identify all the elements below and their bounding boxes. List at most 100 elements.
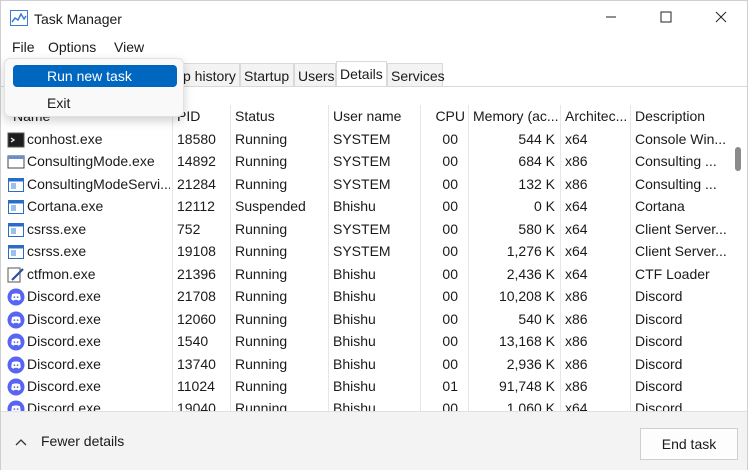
cell-pid: 21396 bbox=[177, 265, 216, 282]
cell-arch: x86 bbox=[565, 333, 588, 350]
table-row[interactable]: Discord.exe 11024 Running Bhishu 01 91,748 K x… bbox=[3, 376, 747, 399]
scrollbar-thumb[interactable] bbox=[735, 147, 741, 171]
table-row[interactable]: Discord.exe 1540 Running Bhishu 00 13,168 K x8… bbox=[3, 331, 747, 354]
cell-cpu: 00 bbox=[442, 310, 458, 327]
tab-startup[interactable]: Startup bbox=[240, 63, 294, 87]
cell-user: Bhishu bbox=[333, 198, 376, 215]
cell-cpu: 00 bbox=[442, 243, 458, 260]
cell-memory: 10,208 K bbox=[498, 288, 555, 305]
cell-memory: 2,436 K bbox=[506, 265, 555, 282]
cell-name: csrss.exe bbox=[27, 220, 87, 237]
pen-icon bbox=[7, 266, 25, 284]
column-header-user-name[interactable]: User name bbox=[333, 108, 418, 124]
column-header-architecture[interactable]: Architec... bbox=[565, 108, 629, 124]
cell-desc: Consulting ... bbox=[635, 175, 717, 192]
footer-bar: Fewer details End task bbox=[1, 411, 747, 470]
table-row[interactable]: Discord.exe 21708 Running Bhishu 00 10,208 K x… bbox=[3, 286, 747, 309]
tab-services[interactable]: Services bbox=[387, 63, 445, 87]
menu-file[interactable]: File bbox=[12, 39, 35, 55]
table-row[interactable]: Discord.exe 13740 Running Bhishu 00 2,936 K x8… bbox=[3, 354, 747, 377]
column-header-status[interactable]: Status bbox=[235, 108, 325, 124]
cell-desc: Discord bbox=[635, 400, 683, 411]
cell-status: Running bbox=[235, 310, 288, 327]
task-manager-app-icon bbox=[10, 10, 28, 26]
cell-status: Running bbox=[235, 243, 288, 260]
cell-memory: 684 K bbox=[518, 153, 555, 170]
cell-pid: 19040 bbox=[177, 400, 216, 411]
cell-memory: 1,276 K bbox=[506, 243, 555, 260]
cell-user: Bhishu bbox=[333, 355, 376, 372]
cell-memory: 544 K bbox=[518, 131, 555, 147]
table-row[interactable]: ctfmon.exe 21396 Running Bhishu 00 2,436 K x64… bbox=[3, 264, 747, 287]
table-row[interactable]: Cortana.exe 12112 Suspended Bhishu 00 0 K x64 C… bbox=[3, 196, 747, 219]
cell-arch: x86 bbox=[565, 288, 588, 305]
cell-cpu: 00 bbox=[442, 400, 458, 411]
cell-desc: Consulting ... bbox=[635, 153, 717, 170]
tab-users[interactable]: Users bbox=[294, 63, 336, 87]
cell-cpu: 00 bbox=[442, 153, 458, 170]
cell-name: ctfmon.exe bbox=[27, 265, 96, 282]
cell-status: Running bbox=[235, 220, 288, 237]
tab-app-history[interactable]: p history bbox=[179, 63, 240, 87]
maximize-icon bbox=[660, 10, 672, 26]
menu-view[interactable]: View bbox=[114, 39, 144, 55]
vertical-scrollbar[interactable] bbox=[732, 105, 744, 411]
column-header-description[interactable]: Description bbox=[635, 108, 731, 124]
table-row[interactable]: ConsultingMode.exe 14892 Running SYSTEM 00 68… bbox=[3, 151, 747, 174]
table-row[interactable]: ConsultingModeServi... 21284 Running SYSTEM… bbox=[3, 174, 747, 197]
cell-pid: 21284 bbox=[177, 175, 216, 192]
cell-status: Running bbox=[235, 333, 288, 350]
close-icon bbox=[715, 10, 727, 26]
column-header-pid[interactable]: PID bbox=[177, 108, 227, 124]
column-header-cpu[interactable]: CPU bbox=[423, 108, 465, 124]
table-row[interactable]: csrss.exe 19108 Running SYSTEM 00 1,276 K x64 C… bbox=[3, 241, 747, 264]
discord-icon bbox=[7, 378, 25, 396]
cell-arch: x64 bbox=[565, 220, 588, 237]
table-row[interactable]: Discord.exe 12060 Running Bhishu 00 540 K x86 D… bbox=[3, 309, 747, 332]
cell-name: Discord.exe bbox=[27, 310, 101, 327]
column-header-memory[interactable]: Memory (ac... bbox=[473, 108, 558, 124]
fewer-details-label: Fewer details bbox=[41, 433, 125, 449]
cell-status: Running bbox=[235, 355, 288, 372]
task-manager-window: Task Manager File Options View p history… bbox=[0, 0, 748, 470]
cell-user: SYSTEM bbox=[333, 220, 391, 237]
minimize-button[interactable] bbox=[587, 1, 635, 35]
cell-cpu: 00 bbox=[442, 333, 458, 350]
cell-memory: 580 K bbox=[518, 220, 555, 237]
cell-arch: x86 bbox=[565, 355, 588, 372]
cell-user: SYSTEM bbox=[333, 153, 391, 170]
menu-item-run-new-task[interactable]: Run new task bbox=[13, 65, 177, 87]
cell-user: Bhishu bbox=[333, 288, 376, 305]
cell-desc: Console Win... bbox=[635, 131, 727, 147]
menu-item-exit[interactable]: Exit bbox=[13, 92, 177, 114]
cell-memory: 13,168 K bbox=[498, 333, 555, 350]
cell-name: Discord.exe bbox=[27, 288, 101, 305]
cell-memory: 1,060 K bbox=[506, 400, 555, 411]
discord-icon bbox=[7, 311, 25, 329]
table-row[interactable]: conhost.exe 18580 Running SYSTEM 00 544 K x64 C… bbox=[3, 129, 747, 152]
cell-status: Suspended bbox=[235, 198, 306, 215]
maximize-button[interactable] bbox=[642, 1, 690, 35]
cell-status: Running bbox=[235, 377, 288, 394]
cell-pid: 1540 bbox=[177, 333, 209, 350]
window-icon bbox=[7, 153, 25, 171]
table-row[interactable]: csrss.exe 752 Running SYSTEM 00 580 K x64 Clien… bbox=[3, 219, 747, 242]
cell-arch: x64 bbox=[565, 198, 588, 215]
cell-pid: 18580 bbox=[177, 131, 216, 147]
menu-options[interactable]: Options bbox=[48, 39, 96, 55]
cell-desc: Discord bbox=[635, 377, 683, 394]
cell-arch: x86 bbox=[565, 377, 588, 394]
cell-arch: x64 bbox=[565, 243, 588, 260]
table-row[interactable]: Discord.exe 19040 Running Bhishu 00 1,060 K x6… bbox=[3, 398, 747, 411]
cell-status: Running bbox=[235, 175, 288, 192]
close-button[interactable] bbox=[697, 1, 745, 35]
fewer-details-button[interactable]: Fewer details bbox=[15, 433, 124, 449]
cell-pid: 12112 bbox=[177, 198, 215, 215]
tab-details[interactable]: Details bbox=[336, 61, 387, 87]
app-window-icon bbox=[7, 221, 25, 239]
cell-arch: x64 bbox=[565, 400, 588, 411]
end-task-button[interactable]: End task bbox=[640, 428, 738, 460]
menu-bar: File Options View bbox=[1, 37, 747, 59]
cell-memory: 91,748 K bbox=[498, 377, 555, 394]
app-window-icon bbox=[7, 198, 25, 216]
